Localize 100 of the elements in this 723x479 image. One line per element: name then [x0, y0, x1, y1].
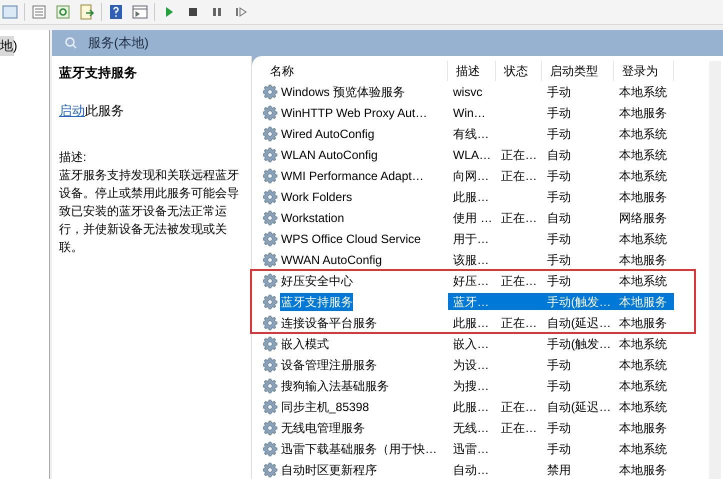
table-cell-text: 手动 [546, 252, 571, 268]
service-row[interactable]: WPS Office Cloud Service 用于… 手动 本地系统 [262, 230, 676, 247]
gear-icon [263, 440, 279, 456]
table-cell-text: 本地系统 [618, 336, 667, 352]
table-cell-text: 此服… [452, 398, 489, 416]
panel-title: 服务(本地) [88, 34, 149, 52]
table-cell-text: 自动时区更新程序 [280, 462, 377, 478]
table-cell-text: 自动(延迟… [546, 314, 611, 332]
table-cell-text: 手动(触发… [546, 336, 611, 352]
table-cell-text: 本地系统 [618, 84, 667, 100]
column-header[interactable]: 登录为 [614, 61, 674, 81]
description-label: 描述: [59, 149, 88, 166]
service-row[interactable]: Workstation 使用 … 正在… 自动 网络服务 [262, 209, 676, 226]
service-row[interactable]: Wired AutoConfig 有线… 手动 本地系统 [262, 125, 676, 142]
table-cell-text: 手动 [546, 168, 571, 184]
column-header[interactable]: 启动类型 [542, 61, 614, 81]
table-cell-text: 设备管理注册服务 [280, 356, 377, 374]
table-cell-text: 本地系统 [618, 272, 667, 290]
gear-icon [263, 126, 279, 142]
service-row[interactable]: 蓝牙支持服务 蓝牙… 手动(触发… 本地服务 [262, 293, 676, 310]
table-cell-text: 无线电管理服务 [280, 420, 365, 436]
table-cell-text: 迅雷下载基础服务（用于快… [280, 440, 437, 458]
table-cell-text: 此服… [452, 188, 489, 206]
table-cell-text: Windows 预览体验服务 [280, 84, 406, 100]
table-cell-text: 手动 [546, 84, 571, 100]
table-cell-text: WinHTTP Web Proxy Aut… [280, 104, 428, 122]
table-cell-text: Workstation [280, 210, 344, 226]
table-cell-text: 手动 [546, 378, 571, 394]
table-cell-text: 本地系统 [618, 126, 667, 142]
table-cell-text: 此服… [452, 314, 489, 332]
gear-icon [263, 230, 279, 246]
service-row[interactable]: Windows 预览体验服务 wisvc 手动 本地系统 [262, 83, 676, 100]
service-row[interactable]: 同步主机_85398 此服… 正在… 自动(延迟… 本地系统 [262, 398, 676, 415]
table-cell-text: 手动 [546, 230, 571, 248]
table-cell-text: 用于… [452, 230, 489, 248]
table-cell-text: 手动 [546, 126, 571, 142]
column-header[interactable]: 状态 [496, 61, 542, 81]
table-cell-text: 正在… [500, 398, 537, 416]
tree-item[interactable]: 地) [0, 36, 14, 56]
table-cell-text: WLAN AutoConfig [280, 146, 378, 164]
table-cell-text: 本地服务 [618, 104, 667, 122]
table-cell-text: 为搜… [452, 378, 489, 394]
service-row[interactable]: 无线电管理服务 无线… 正在… 手动 本地服务 [262, 419, 676, 436]
table-cell-text: 自动 [546, 146, 571, 164]
table-cell-text: 本地服务 [618, 294, 667, 310]
action-text: 启动此服务 [59, 102, 125, 120]
table-cell-text: 正在… [500, 168, 537, 184]
table-cell-text: 使用 … [452, 210, 492, 226]
service-row[interactable]: 设备管理注册服务 为设… 手动 本地系统 [262, 356, 676, 373]
service-row[interactable]: WLAN AutoConfig WLA… 正在… 自动 本地系统 [262, 146, 676, 163]
gear-icon [263, 356, 279, 372]
service-row[interactable]: WMI Performance Adapt… 向网… 正在… 手动 本地系统 [262, 167, 676, 184]
table-cell-text: 手动(触发… [546, 294, 611, 310]
table-cell-text: 手动 [546, 104, 571, 122]
table-cell-text: 本地系统 [618, 356, 667, 374]
service-row[interactable]: WWAN AutoConfig 该服… 手动 本地服务 [262, 251, 676, 268]
table-cell-text: 本地系统 [618, 378, 667, 394]
service-row[interactable]: 迅雷下载基础服务（用于快… 迅雷… 手动 本地系统 [262, 440, 676, 457]
table-cell-text: 自动(延迟… [546, 398, 611, 416]
table-cell-text: 本地服务 [618, 462, 667, 478]
table-cell-text: 手动 [546, 440, 571, 458]
column-header[interactable]: 名称 [262, 61, 448, 81]
table-cell-text: 无线… [452, 420, 489, 436]
table-cell-text: 手动 [546, 356, 571, 374]
gear-icon [263, 188, 279, 204]
start-link[interactable]: 启动 [59, 102, 85, 118]
table-cell-text: WLA… [452, 146, 492, 164]
service-row[interactable]: 搜狗输入法基础服务 为搜… 手动 本地系统 [262, 377, 676, 394]
service-row[interactable]: 自动时区更新程序 自动… 禁用 本地服务 [262, 461, 676, 478]
service-row[interactable]: 好压安全中心 好压… 正在… 手动 本地系统 [262, 272, 676, 289]
gear-icon [263, 146, 279, 162]
table-cell-text: WMI Performance Adapt… [280, 168, 424, 184]
table-cell-text: Work Folders [280, 188, 352, 206]
table-cell-text: 网络服务 [618, 210, 667, 226]
gear-icon [263, 104, 279, 120]
table-cell-text: 正在… [500, 210, 537, 226]
table-cell-text: 嵌入… [452, 336, 489, 352]
column-header[interactable]: 描述 [448, 61, 496, 81]
table-cell-text: 好压安全中心 [280, 272, 353, 290]
table-cell-text: 正在… [500, 420, 537, 436]
table-cell-text: WWAN AutoConfig [280, 252, 382, 268]
gear-icon [263, 168, 279, 184]
table-cell-text: 自动 [546, 210, 571, 226]
service-row[interactable]: WinHTTP Web Proxy Aut… Win… 手动 本地服务 [262, 104, 676, 121]
table-cell-text: 本地系统 [618, 398, 667, 416]
gear-icon [263, 314, 279, 330]
table-cell-text: 蓝牙… [452, 294, 489, 310]
table-cell-text: 本地服务 [618, 314, 667, 332]
service-row[interactable]: Work Folders 此服… 手动 本地服务 [262, 188, 676, 205]
table-cell-text: 本地系统 [618, 168, 667, 184]
table-cell-text: 本地系统 [618, 440, 667, 458]
service-row[interactable]: 嵌入模式 嵌入… 手动(触发… 本地系统 [262, 335, 676, 352]
table-cell-text: 向网… [452, 168, 489, 184]
gear-icon [263, 252, 279, 268]
table-cell-text: 自动… [452, 462, 489, 478]
table-cell-text: 该服… [452, 252, 489, 268]
table-cell-text: 为设… [452, 356, 489, 374]
table-cell-text: 本地服务 [618, 420, 667, 436]
gear-icon [263, 294, 279, 310]
service-row[interactable]: 连接设备平台服务 此服… 正在… 自动(延迟… 本地服务 [262, 314, 676, 331]
